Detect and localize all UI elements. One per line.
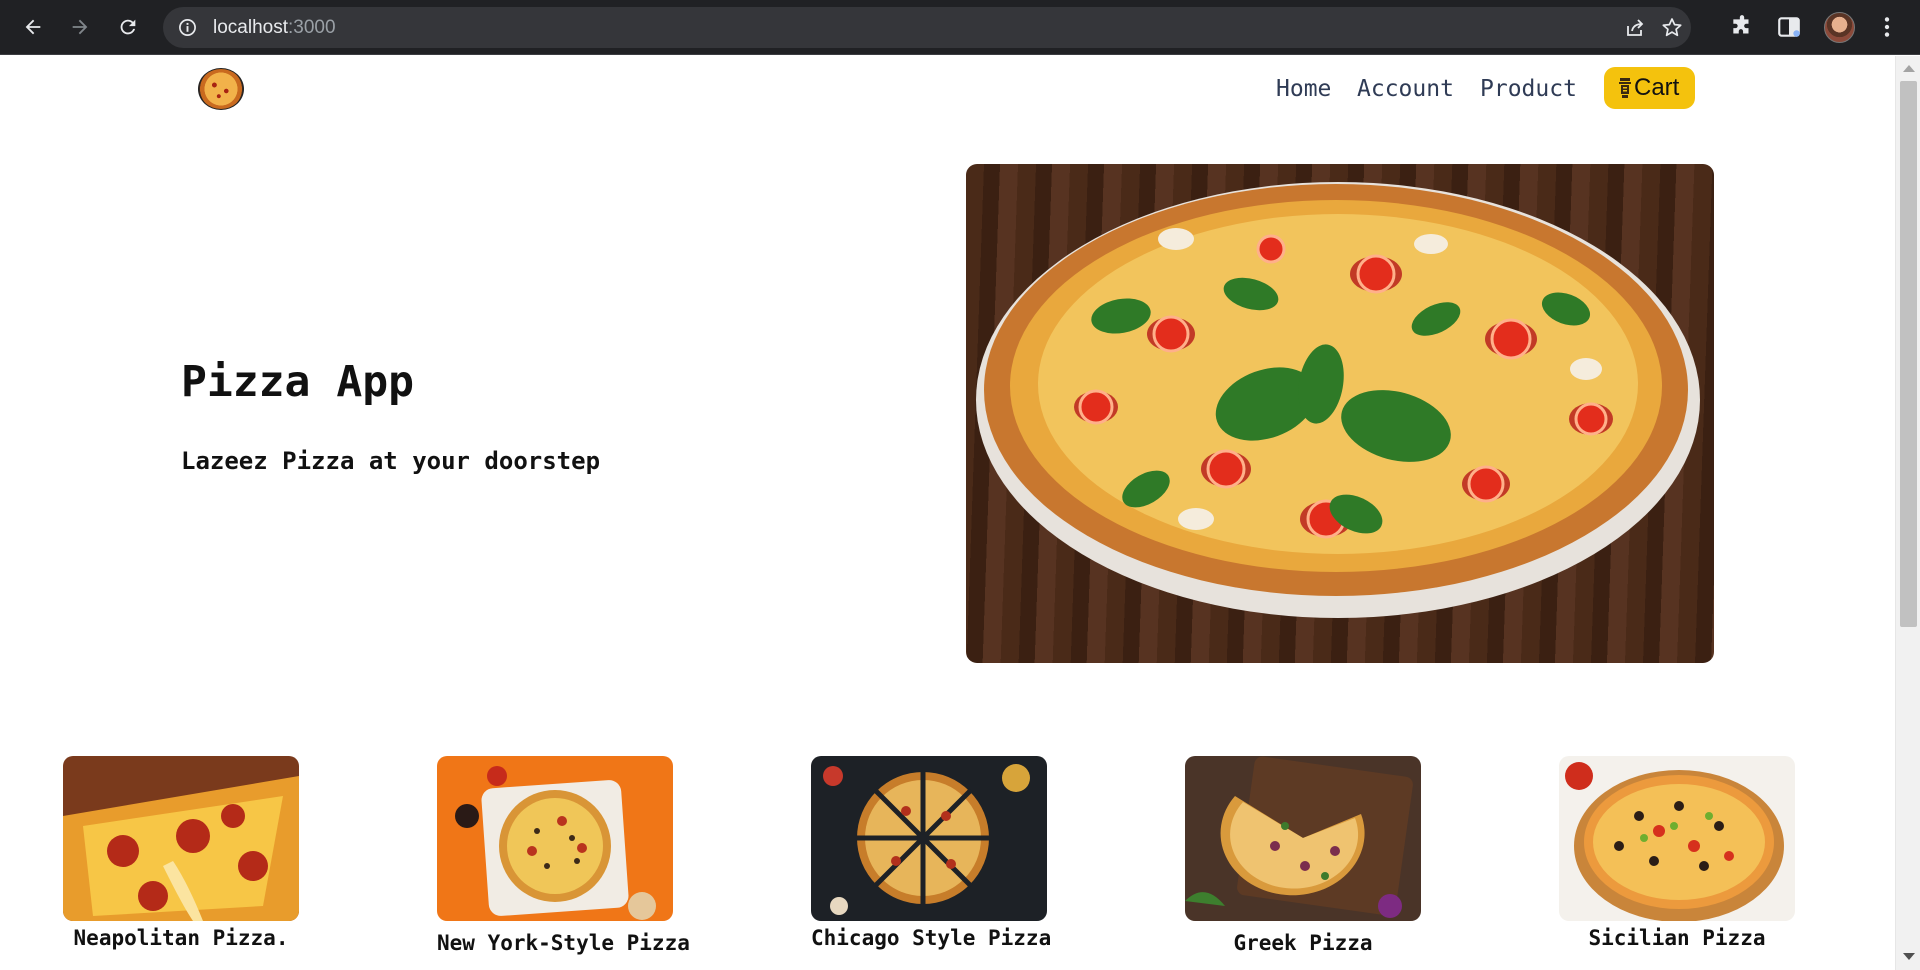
cart-label: Cart — [1634, 74, 1680, 101]
nav-link-home[interactable]: Home — [1276, 74, 1331, 104]
product-image — [1185, 756, 1421, 921]
profile-avatar[interactable] — [1824, 12, 1855, 43]
hero-subtitle: Lazeez Pizza at your doorstep — [181, 447, 601, 475]
menu-icon[interactable] — [1874, 14, 1900, 40]
scrollbar-thumb[interactable] — [1900, 81, 1917, 627]
product-name[interactable]: Neapolitan Pizza. — [63, 925, 299, 951]
product-image — [811, 756, 1047, 921]
back-icon — [25, 19, 41, 35]
product-image — [1559, 756, 1795, 921]
product-image — [63, 756, 299, 921]
cart-button[interactable]: Cart — [1604, 67, 1695, 109]
product-name[interactable]: New York-Style Pizza — [437, 930, 690, 956]
product-card[interactable]: Chicago Style Pizza — [811, 756, 1051, 950]
nav-link-product[interactable]: Product — [1480, 74, 1577, 104]
page-scrollbar[interactable] — [1895, 56, 1920, 970]
nav-link-account[interactable]: Account — [1357, 74, 1454, 104]
hero-pizza-image — [966, 164, 1714, 663]
product-name[interactable]: Chicago Style Pizza — [811, 925, 1051, 951]
product-card[interactable]: Sicilian Pizza — [1559, 756, 1799, 950]
product-name[interactable]: Greek Pizza — [1185, 930, 1421, 956]
address-bar[interactable]: localhost:3000 — [163, 7, 1691, 48]
back-button[interactable] — [17, 11, 49, 43]
product-card[interactable]: Greek Pizza — [1185, 756, 1425, 955]
hero-pizza-illustration — [976, 182, 1700, 618]
forward-icon — [72, 19, 88, 35]
star-icon[interactable] — [1660, 16, 1684, 40]
info-icon[interactable] — [178, 18, 197, 37]
hero-title: Pizza App — [181, 357, 414, 407]
url-text[interactable]: localhost:3000 — [213, 17, 336, 38]
scroll-down-icon[interactable] — [1903, 953, 1915, 960]
product-name[interactable]: Sicilian Pizza — [1559, 925, 1795, 951]
scroll-up-icon[interactable] — [1903, 65, 1915, 72]
logo-pizza-icon[interactable] — [198, 68, 244, 110]
product-card[interactable]: New York-Style Pizza — [437, 756, 690, 955]
reload-button[interactable] — [112, 11, 144, 43]
product-image — [437, 756, 673, 921]
share-icon[interactable] — [1623, 16, 1647, 40]
product-card[interactable]: Neapolitan Pizza. — [63, 756, 303, 950]
cart-icon — [1619, 78, 1631, 98]
extensions-icon[interactable] — [1729, 14, 1755, 40]
reload-icon — [120, 19, 136, 35]
sidepanel-icon[interactable] — [1776, 14, 1802, 40]
page-viewport: Home Account Product Cart Pizza App Laze… — [0, 56, 1895, 970]
forward-button[interactable] — [64, 11, 96, 43]
browser-toolbar: localhost:3000 — [0, 0, 1920, 55]
